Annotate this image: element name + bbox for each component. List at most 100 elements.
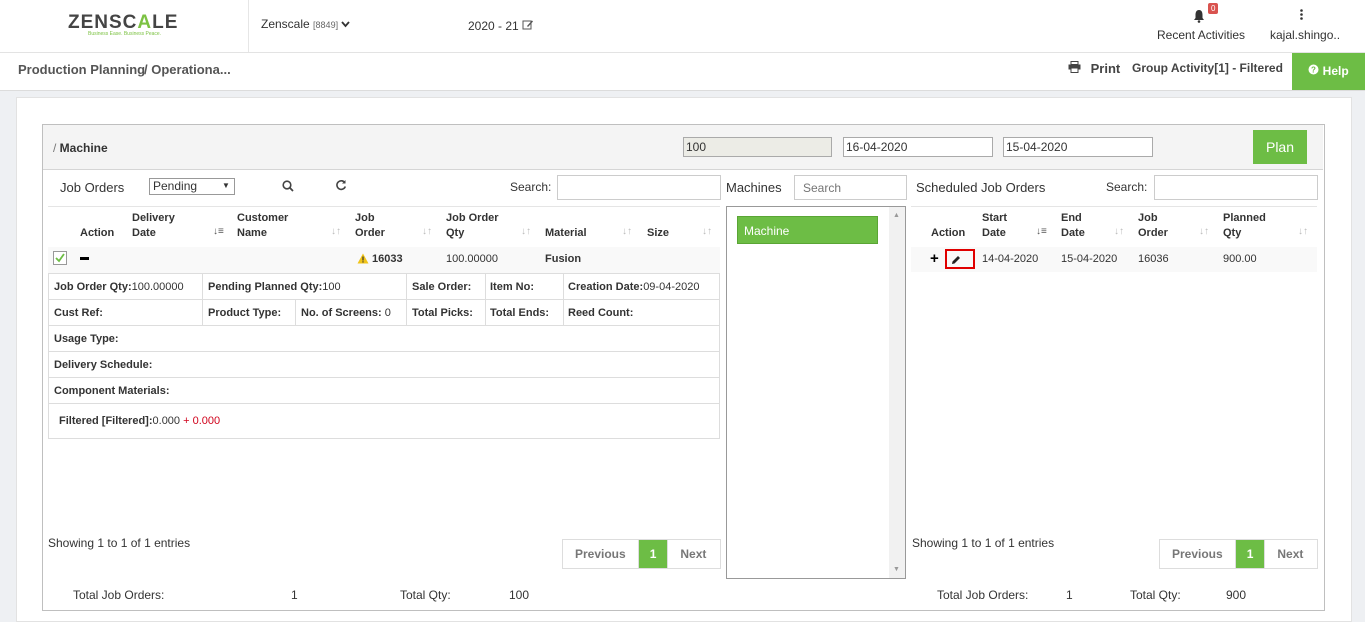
to-date-input[interactable] — [1003, 137, 1153, 157]
pencil-icon[interactable] — [951, 254, 961, 268]
machines-search-input[interactable] — [794, 175, 907, 200]
total-job-orders-label: Total Job Orders: — [73, 588, 165, 602]
col-size[interactable]: Size — [647, 226, 669, 241]
bell-icon[interactable] — [1193, 9, 1205, 26]
warning-icon — [357, 253, 369, 267]
sort-icon[interactable]: ↓↑ — [702, 226, 712, 237]
col-start-date[interactable]: Start Date — [982, 211, 1017, 241]
question-icon: ? — [1308, 64, 1319, 78]
from-date-input[interactable] — [843, 137, 993, 157]
total-qty-label: Total Qty: — [400, 588, 451, 602]
col-sched-action: Action — [931, 227, 966, 239]
user-menu[interactable]: kajal.shingo.. — [1270, 28, 1340, 42]
detail-usage-type: Usage Type: — [54, 333, 119, 345]
divider — [248, 0, 249, 52]
more-vertical-icon[interactable] — [1300, 9, 1303, 23]
group-activity[interactable]: Group Activity[1] - Filtered — [1132, 61, 1283, 75]
scheduled-pagination: Previous 1 Next — [1159, 539, 1318, 569]
scroll-down-icon[interactable]: ▼ — [893, 566, 900, 573]
next-button[interactable]: Next — [1265, 540, 1315, 568]
sort-icon[interactable]: ↓↑ — [1114, 226, 1124, 237]
col-material[interactable]: Material — [545, 226, 587, 241]
sort-icon[interactable]: ↓↑ — [1199, 226, 1209, 237]
detail-creation-date: Creation Date:09-04-2020 — [568, 281, 700, 293]
detail-product-type: Product Type: — [208, 307, 282, 319]
job-orders-showing: Showing 1 to 1 of 1 entries — [48, 536, 191, 550]
plan-button[interactable]: Plan — [1253, 130, 1307, 164]
panel-title: / Machine — [53, 141, 108, 155]
status-filter-value: Pending — [153, 179, 198, 193]
row-end-date: 15-04-2020 — [1061, 253, 1118, 265]
col-job-order-qty[interactable]: Job Order Qty — [446, 211, 506, 241]
detail-total-picks: Total Picks: — [412, 307, 473, 319]
sort-icon[interactable]: ↓↑ — [622, 226, 632, 237]
collapse-icon[interactable] — [80, 257, 89, 260]
col-sched-job-order[interactable]: Job Order — [1138, 211, 1173, 241]
row-checkbox[interactable] — [53, 251, 67, 268]
previous-button[interactable]: Previous — [563, 540, 638, 568]
company-name: Zenscale — [261, 17, 310, 31]
print-label: Print — [1090, 61, 1121, 76]
total-qty-value: 100 — [509, 588, 530, 602]
col-delivery-date[interactable]: Delivery Date — [132, 211, 192, 241]
fiscal-year-label: 2020 - 21 — [468, 19, 519, 33]
detail-filtered: Filtered [Filtered]:0.000 + 0.000 — [59, 415, 221, 427]
search-icon[interactable] — [282, 180, 294, 195]
sort-icon[interactable]: ↓↑ — [331, 226, 341, 237]
row-sched-job-order: 16036 — [1138, 253, 1169, 265]
next-button[interactable]: Next — [668, 540, 718, 568]
previous-button[interactable]: Previous — [1160, 540, 1235, 568]
job-orders-search-input[interactable] — [557, 175, 721, 200]
row-job-order: 16033 — [372, 253, 403, 265]
detail-jo-qty: Job Order Qty:100.00000 — [54, 281, 184, 293]
detail-screens: No. of Screens: 0 — [301, 307, 391, 319]
sort-icon[interactable]: ↓↑ — [1298, 226, 1308, 237]
fiscal-year[interactable]: 2020 - 21 — [468, 19, 534, 33]
col-end-date[interactable]: End Date — [1061, 211, 1096, 241]
scheduled-search-input[interactable] — [1154, 175, 1318, 200]
scheduled-search-label: Search: — [1106, 180, 1148, 194]
machine-item[interactable]: Machine — [737, 216, 878, 244]
caret-down-icon: ▼ — [222, 181, 230, 190]
company-code: [8849] — [313, 20, 339, 30]
logo-tagline: Business Ease. Business Peace. — [88, 31, 162, 37]
job-orders-search-label: Search: — [510, 180, 552, 194]
printer-icon — [1068, 61, 1081, 76]
page-1-button[interactable]: 1 — [637, 540, 669, 568]
help-label: Help — [1322, 64, 1349, 78]
breadcrumb-operational[interactable]: / Operationa... — [144, 62, 231, 77]
print-button[interactable]: Print — [1068, 61, 1120, 76]
expand-icon[interactable]: + — [930, 251, 939, 266]
detail-reed-count: Reed Count: — [568, 307, 634, 319]
help-button[interactable]: ? Help — [1292, 53, 1365, 90]
col-planned-qty[interactable]: Planned Qty — [1223, 211, 1273, 241]
detail-component-materials: Component Materials: — [54, 385, 170, 397]
detail-sale-order: Sale Order: — [412, 281, 472, 293]
page-1-button[interactable]: 1 — [1234, 540, 1266, 568]
row-start-date: 14-04-2020 — [982, 253, 1039, 265]
col-action: Action — [80, 227, 115, 239]
detail-delivery-schedule: Delivery Schedule: — [54, 359, 153, 371]
sort-desc-icon[interactable]: ↓≡ — [213, 226, 224, 237]
scheduled-job-orders-title: Scheduled Job Orders — [916, 180, 1046, 195]
scroll-up-icon[interactable]: ▲ — [893, 212, 900, 219]
col-job-order[interactable]: Job Order — [355, 211, 385, 241]
breadcrumb-production-planning[interactable]: Production Planning — [18, 62, 145, 77]
row-planned-qty: 900.00 — [1223, 253, 1257, 265]
job-orders-title: Job Orders — [60, 180, 125, 195]
company-selector[interactable]: Zenscale [8849] — [261, 17, 351, 31]
sort-icon[interactable]: ↓↑ — [422, 226, 432, 237]
sort-icon[interactable]: ↓↑ — [521, 226, 531, 237]
col-customer-name[interactable]: Customer Name — [237, 211, 297, 241]
sched-total-qty-value: 900 — [1226, 588, 1247, 602]
refresh-icon[interactable] — [335, 179, 347, 194]
job-orders-pagination: Previous 1 Next — [562, 539, 721, 569]
capacity-input[interactable] — [683, 137, 832, 157]
edit-icon[interactable] — [522, 19, 534, 33]
sort-desc-icon[interactable]: ↓≡ — [1036, 226, 1047, 237]
row-qty: 100.00000 — [446, 253, 498, 265]
top-bar — [0, 0, 1365, 53]
machines-scrollbar[interactable] — [889, 207, 905, 578]
svg-text:?: ? — [1311, 66, 1316, 75]
recent-activities-link[interactable]: Recent Activities — [1157, 28, 1245, 42]
